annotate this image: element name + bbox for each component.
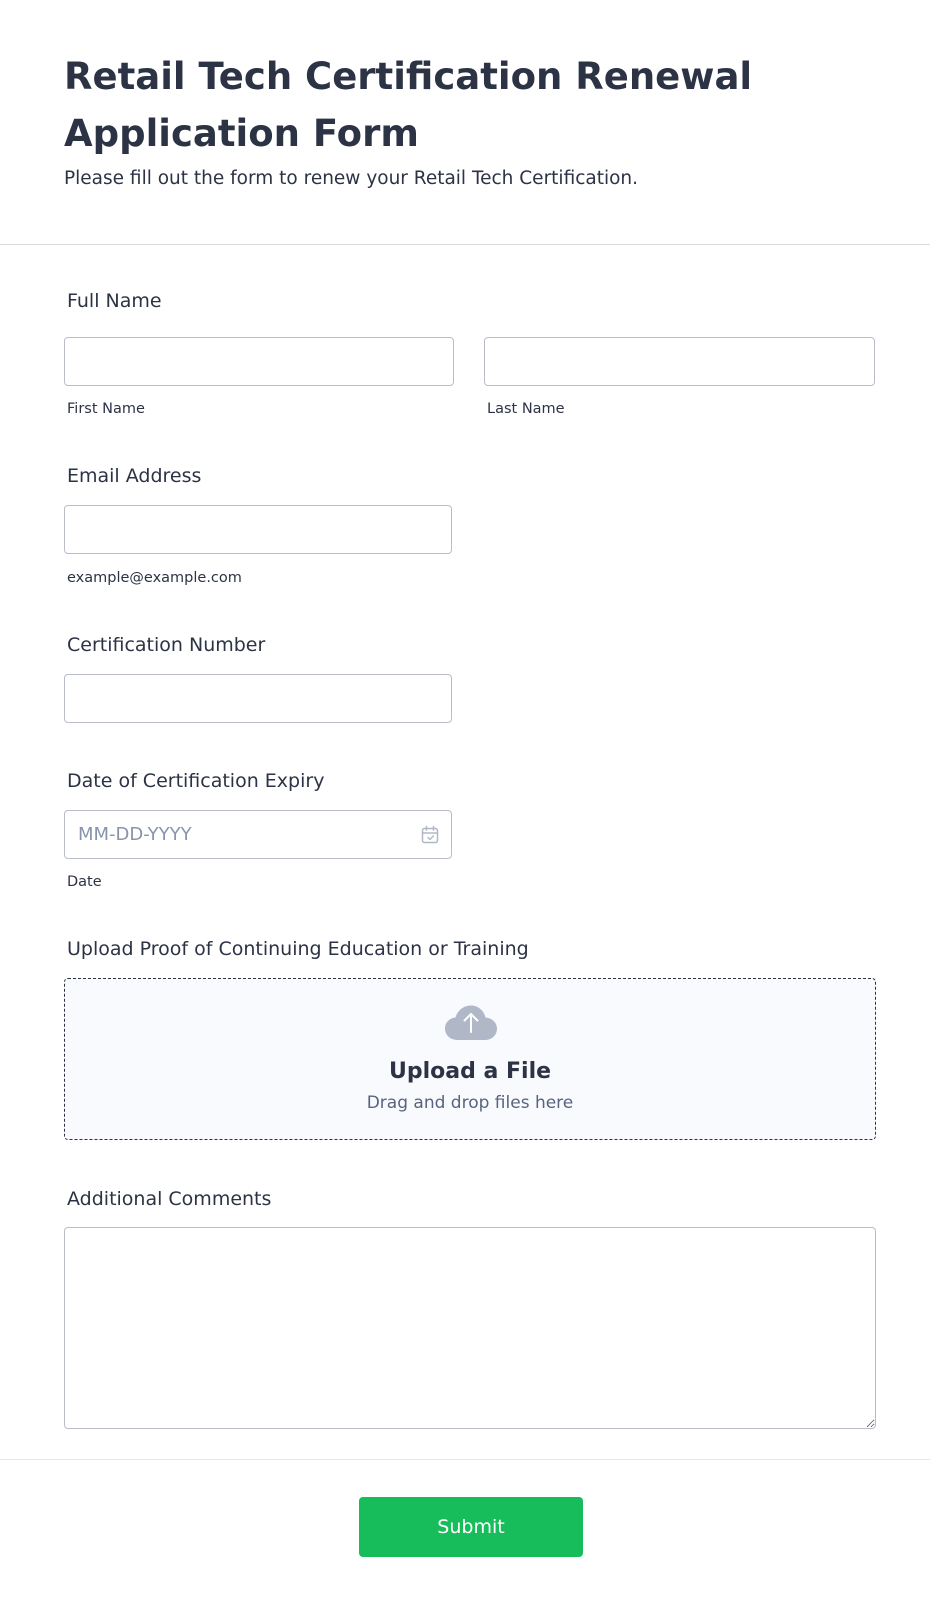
certification-number-input[interactable]: [64, 674, 452, 723]
calendar-icon[interactable]: [420, 825, 440, 845]
full-name-label: Full Name: [67, 290, 162, 312]
email-field[interactable]: [64, 505, 452, 554]
submit-button[interactable]: Submit: [359, 1497, 583, 1557]
upload-instructions: Drag and drop files here: [366, 1093, 574, 1113]
expiry-date-input[interactable]: [64, 810, 452, 859]
upload-title: Upload a File: [388, 1059, 552, 1084]
form-header: Retail Tech Certification Renewal Applic…: [0, 0, 930, 245]
file-upload-dropzone[interactable]: Upload a File Drag and drop files here: [64, 978, 876, 1140]
upload-label: Upload Proof of Continuing Education or …: [67, 938, 529, 960]
expiry-date-label: Date of Certification Expiry: [67, 770, 325, 792]
email-label: Email Address: [67, 465, 202, 487]
certification-number-label: Certification Number: [67, 634, 266, 656]
footer-divider: [0, 1459, 930, 1460]
last-name-sublabel: Last Name: [487, 401, 565, 417]
email-sublabel: example@example.com: [67, 570, 242, 586]
expiry-date-field: [64, 810, 452, 859]
first-name-input[interactable]: [64, 337, 454, 386]
expiry-date-sublabel: Date: [67, 874, 102, 890]
first-name-sublabel: First Name: [67, 401, 145, 417]
page-title: Retail Tech Certification Renewal Applic…: [64, 55, 753, 155]
page-subtitle: Please fill out the form to renew your R…: [64, 168, 639, 189]
cloud-upload-icon: [445, 1005, 497, 1040]
comments-label: Additional Comments: [67, 1188, 272, 1210]
comments-textarea[interactable]: [64, 1227, 876, 1429]
last-name-input[interactable]: [484, 337, 875, 386]
